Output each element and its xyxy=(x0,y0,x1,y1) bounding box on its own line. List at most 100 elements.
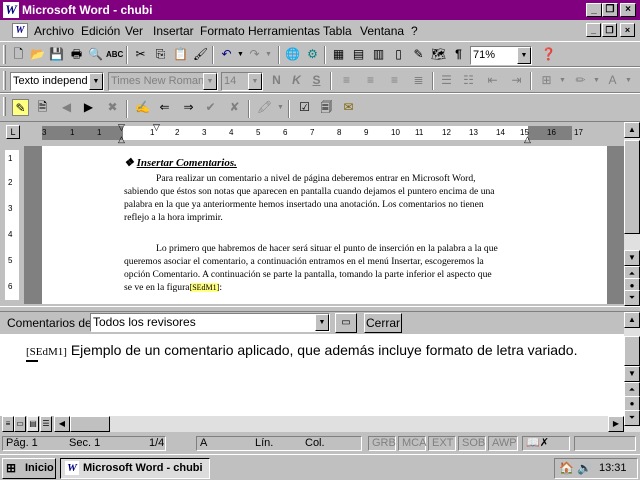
scroll-thumb[interactable] xyxy=(624,140,640,234)
chevron-down-icon[interactable]: ▼ xyxy=(315,314,329,331)
create-task-icon[interactable]: ☑ xyxy=(296,99,313,116)
insert-hyperlink-icon[interactable]: 🌐 xyxy=(284,46,301,63)
spelling-icon[interactable]: ABC xyxy=(106,46,123,63)
chevron-down-icon[interactable]: ▼ xyxy=(517,47,531,64)
highlight-icon[interactable]: ✏ xyxy=(572,72,589,89)
scroll-thumb[interactable] xyxy=(70,416,110,432)
send-mail-icon[interactable]: ✉ xyxy=(340,99,357,116)
word-app-icon[interactable]: W xyxy=(3,2,19,18)
underline-icon[interactable]: S xyxy=(308,72,325,89)
italic-icon[interactable]: K xyxy=(288,72,305,89)
tables-borders-icon[interactable]: ▦ xyxy=(330,46,347,63)
scroll-up-button[interactable]: ▲ xyxy=(624,312,640,328)
print-view-icon[interactable]: ▤ xyxy=(27,416,39,432)
document-page[interactable]: ❖ Insertar Comentarios. Para realizar un… xyxy=(42,146,607,304)
borders-dropdown-icon[interactable]: ▼ xyxy=(554,72,571,89)
right-indent-marker-icon[interactable]: △ xyxy=(524,134,531,145)
menu-insertar[interactable]: Insertar xyxy=(153,24,194,38)
scroll-left-button[interactable]: ◀ xyxy=(54,416,70,432)
chevron-down-icon[interactable]: ▼ xyxy=(203,73,217,90)
bullets-icon[interactable]: ☷ xyxy=(460,72,477,89)
open-folder-icon[interactable]: 📂 xyxy=(29,46,46,63)
chevron-down-icon[interactable]: ▼ xyxy=(248,73,262,90)
status-ext[interactable]: EXT xyxy=(428,436,456,451)
previous-change-icon[interactable]: ⇐ xyxy=(156,99,173,116)
menu-formato[interactable]: Formato xyxy=(200,24,245,38)
horizontal-scrollbar[interactable]: ≡ ▭ ▤ ☰ ◀ ▶ xyxy=(0,416,624,432)
close-button[interactable]: × xyxy=(620,3,636,17)
font-color-icon[interactable]: A xyxy=(604,72,621,89)
bold-icon[interactable]: N xyxy=(268,72,285,89)
maximize-button[interactable]: ❐ xyxy=(602,3,618,17)
document-icon[interactable]: W xyxy=(12,23,28,38)
menu-edicion[interactable]: Edición xyxy=(81,24,120,38)
document-area[interactable]: ❖ Insertar Comentarios. Para realizar un… xyxy=(24,146,624,304)
font-color-dropdown-icon[interactable]: ▼ xyxy=(620,72,637,89)
spelling-status-icon[interactable]: 📖✗ xyxy=(522,436,570,451)
redo-dropdown-icon[interactable]: ▼ xyxy=(260,46,277,63)
highlight-dropdown-icon[interactable]: ▼ xyxy=(588,72,605,89)
close-pane-button[interactable]: Cerrar xyxy=(364,313,402,333)
font-combo[interactable]: Times New Roman ▼ xyxy=(108,72,218,91)
web-toolbar-icon[interactable]: ⚙ xyxy=(304,46,321,63)
audio-comment-icon[interactable]: ▭ xyxy=(335,313,357,333)
start-button[interactable]: ⊞ Inicio xyxy=(2,458,56,479)
menu-ver[interactable]: Ver xyxy=(125,24,143,38)
document-map-icon[interactable]: 🗺 xyxy=(430,46,447,63)
align-center-icon[interactable]: ≡ xyxy=(362,72,379,89)
justify-icon[interactable]: ≣ xyxy=(410,72,427,89)
accept-change-icon[interactable]: ✔ xyxy=(202,99,219,116)
first-line-indent-icon[interactable]: ▽ xyxy=(153,122,160,133)
menu-herramientas[interactable]: Herramientas xyxy=(248,24,320,38)
horizontal-ruler[interactable]: L 3 1 1 1 2 3 4 5 6 7 8 9 10 11 12 13 14… xyxy=(0,122,640,146)
normal-view-icon[interactable]: ≡ xyxy=(2,416,14,432)
save-icon[interactable]: 💾 xyxy=(48,46,65,63)
new-document-icon[interactable]: 🗋 xyxy=(10,46,27,63)
show-hide-icon[interactable]: ¶ xyxy=(450,46,467,63)
status-wph[interactable]: AWP xyxy=(488,436,518,451)
left-indent-marker-icon[interactable]: ▽ xyxy=(118,122,125,133)
scroll-thumb[interactable] xyxy=(624,336,640,366)
paste-icon[interactable]: 📋 xyxy=(172,46,189,63)
previous-comment-icon[interactable]: ◀ xyxy=(58,99,75,116)
align-right-icon[interactable]: ≡ xyxy=(386,72,403,89)
task-word[interactable]: W Microsoft Word - chubi xyxy=(60,458,210,479)
tab-selector-button[interactable]: L xyxy=(6,125,20,139)
highlight-review-icon[interactable]: 🖍 xyxy=(256,99,273,116)
comments-pane-body[interactable]: [SEdM1] Ejemplo de un comentario aplicad… xyxy=(0,334,624,416)
status-ovr[interactable]: SOB xyxy=(458,436,486,451)
scroll-down-button[interactable]: ▼ xyxy=(624,250,640,266)
document-vertical-scrollbar[interactable]: ▲ ▼ ⏶ ● ⏷ xyxy=(624,122,640,306)
align-left-icon[interactable]: ≡ xyxy=(338,72,355,89)
clock[interactable]: 13:31 xyxy=(599,462,627,474)
style-combo[interactable]: Texto independ ▼ xyxy=(10,72,104,91)
status-trk[interactable]: MCA xyxy=(398,436,426,451)
menu-ventana[interactable]: Ventana xyxy=(360,24,404,38)
drawing-icon[interactable]: ✎ xyxy=(410,46,427,63)
menu-tabla[interactable]: Tabla xyxy=(323,24,352,38)
scroll-up-button[interactable]: ▲ xyxy=(624,122,640,138)
web-view-icon[interactable]: ▭ xyxy=(14,416,26,432)
doc-restore-button[interactable]: ❐ xyxy=(602,23,617,37)
reject-change-icon[interactable]: ✘ xyxy=(226,99,243,116)
borders-icon[interactable]: ⊞ xyxy=(538,72,555,89)
comment-entry[interactable]: [SEdM1] Ejemplo de un comentario aplicad… xyxy=(26,342,577,358)
zoom-combo[interactable]: 71% ▼ xyxy=(470,46,532,65)
paragraph-1[interactable]: Para realizar un comentario a nivel de p… xyxy=(124,172,532,224)
paragraph-2[interactable]: Lo primero que habremos de hacer será si… xyxy=(124,242,532,294)
next-page-button[interactable]: ⏷ xyxy=(624,290,640,306)
next-page-button[interactable]: ⏷ xyxy=(624,410,640,426)
office-assistant-icon[interactable]: ❓ xyxy=(540,46,557,63)
menu-help[interactable]: ? xyxy=(411,24,418,38)
cut-icon[interactable]: ✂ xyxy=(132,46,149,63)
menu-archivo[interactable]: Archivo xyxy=(34,24,74,38)
save-version-icon[interactable]: 🗐 xyxy=(318,99,335,116)
increase-indent-icon[interactable]: ⇥ xyxy=(508,72,525,89)
edit-comment-icon[interactable]: 🗎 xyxy=(34,99,51,116)
insert-excel-icon[interactable]: ▥ xyxy=(370,46,387,63)
doc-minimize-button[interactable]: _ xyxy=(586,23,601,37)
insert-table-icon[interactable]: ▤ xyxy=(350,46,367,63)
scroll-right-button[interactable]: ▶ xyxy=(608,416,624,432)
decrease-indent-icon[interactable]: ⇤ xyxy=(484,72,501,89)
scroll-down-button[interactable]: ▼ xyxy=(624,366,640,382)
